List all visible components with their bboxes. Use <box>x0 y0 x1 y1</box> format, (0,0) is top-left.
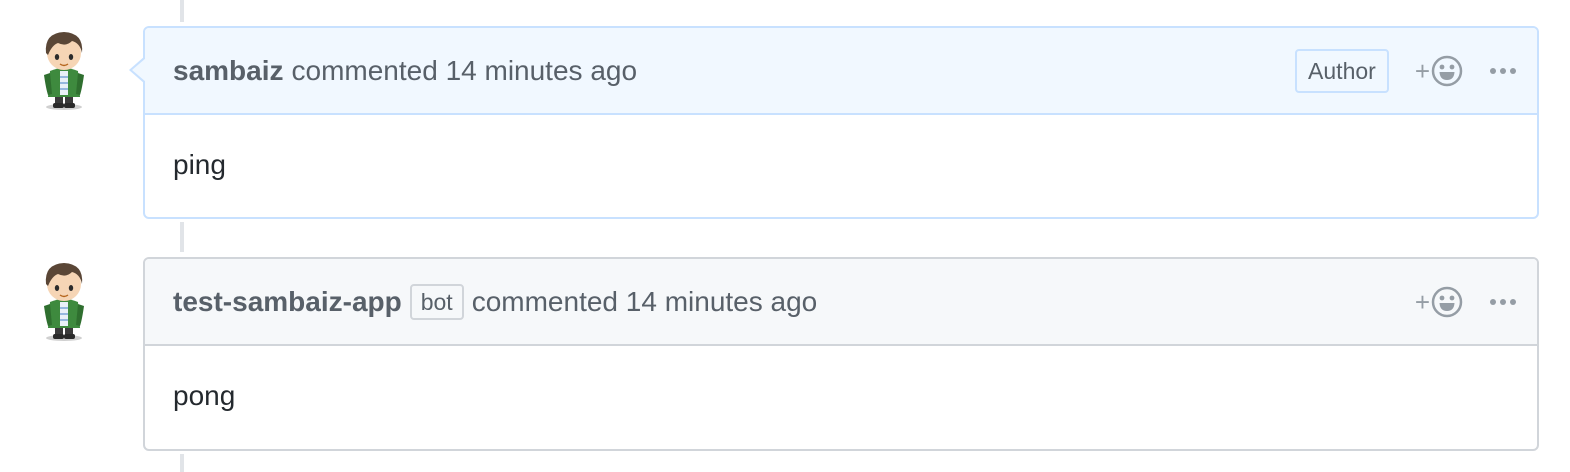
add-reaction-button[interactable]: + <box>1415 55 1463 87</box>
smiley-icon <box>1431 55 1463 86</box>
smiley-icon <box>1431 286 1463 317</box>
comment-author-username[interactable]: sambaiz <box>173 55 284 87</box>
more-options-button[interactable] <box>1489 298 1517 306</box>
more-options-button[interactable] <box>1489 67 1517 75</box>
author-label: Author <box>1295 48 1389 93</box>
plus-icon: + <box>1414 55 1430 86</box>
timeline-line <box>180 454 184 472</box>
comment-actions: + <box>1415 259 1517 344</box>
avatar[interactable] <box>36 27 92 111</box>
comment-actions: Author + <box>1295 28 1517 113</box>
kebab-horizontal-icon <box>1490 298 1516 305</box>
comment-timestamp[interactable]: commented 14 minutes ago <box>472 286 818 318</box>
add-reaction-button[interactable]: + <box>1415 286 1463 318</box>
comment-timestamp[interactable]: commented 14 minutes ago <box>292 55 638 87</box>
timeline-line <box>180 222 184 252</box>
comment-header: test-sambaiz-app bot commented 14 minute… <box>145 259 1537 346</box>
comment-author-username[interactable]: test-sambaiz-app <box>173 286 402 318</box>
kebab-horizontal-icon <box>1490 67 1516 74</box>
timeline-line <box>180 0 184 22</box>
user-avatar-icon <box>44 263 84 341</box>
comment-body: pong <box>173 380 236 411</box>
avatar[interactable] <box>36 258 92 342</box>
comment-body: ping <box>173 149 226 180</box>
user-avatar-icon <box>44 32 84 110</box>
plus-icon: + <box>1414 286 1430 317</box>
bot-badge: bot <box>409 283 464 320</box>
comment-card: sambaiz commented 14 minutes ago Author … <box>129 26 1539 219</box>
comment-card: test-sambaiz-app bot commented 14 minute… <box>143 257 1539 451</box>
comment-header: sambaiz commented 14 minutes ago Author … <box>129 28 1537 115</box>
